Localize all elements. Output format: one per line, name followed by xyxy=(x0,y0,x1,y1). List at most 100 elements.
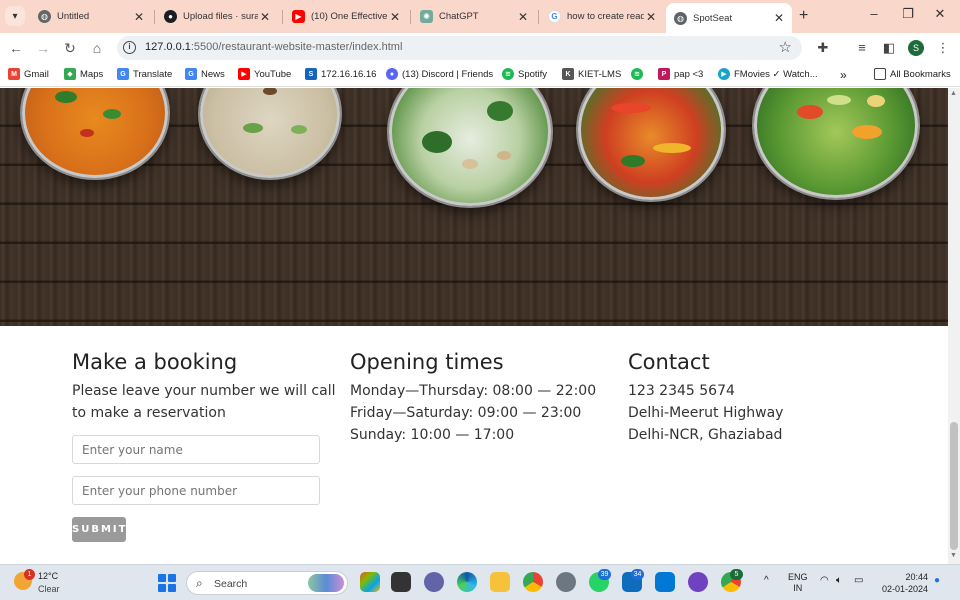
news-icon: G xyxy=(185,68,197,80)
language-code: ENG xyxy=(788,572,808,582)
reading-list-icon[interactable]: ≡ xyxy=(854,40,870,56)
url-text[interactable]: 127.0.0.1:5500/restaurant-website-master… xyxy=(145,41,402,53)
side-panel-icon[interactable]: ◧ xyxy=(881,40,897,56)
new-tab-button[interactable]: + xyxy=(799,7,808,25)
close-icon[interactable]: ✕ xyxy=(516,10,530,24)
soup-bowl xyxy=(200,88,340,178)
contact-list: 123 2345 5674 Delhi-Meerut Highway Delhi… xyxy=(628,380,783,446)
battery-icon[interactable]: ▭ xyxy=(854,575,863,586)
booking-description-line: to make a reservation xyxy=(72,405,226,421)
more-menu-icon[interactable]: ⋮ xyxy=(935,40,951,56)
bookmark-spotify[interactable]: ≋ Spotify xyxy=(502,68,547,80)
scrollbar-thumb[interactable] xyxy=(950,422,958,550)
site-info-icon[interactable]: i xyxy=(123,41,136,54)
booking-description: Please leave your number we will call to… xyxy=(72,380,335,424)
scroll-up-icon[interactable]: ▲ xyxy=(950,90,957,97)
bookmark-label: 172.16.16.16 xyxy=(321,68,377,80)
tab-search-button[interactable]: ▾ xyxy=(5,6,25,26)
close-icon[interactable]: ✕ xyxy=(258,10,272,24)
bookmarks-overflow-button[interactable]: » xyxy=(840,68,847,82)
minimize-icon: – xyxy=(870,6,878,21)
address-bar[interactable]: i 127.0.0.1:5500/restaurant-website-mast… xyxy=(117,36,802,60)
bookmark-label: FMovies ✓ Watch... xyxy=(734,68,818,80)
weather-temperature[interactable]: 12°C xyxy=(38,571,58,581)
minimize-button[interactable]: – xyxy=(864,6,884,21)
salad-bowl xyxy=(754,88,918,198)
contact-phone: 123 2345 5674 xyxy=(628,383,735,399)
booking-description-line: Please leave your number we will call xyxy=(72,383,336,399)
site-icon: S xyxy=(305,68,317,80)
language-indicator[interactable]: ENG IN xyxy=(788,572,808,594)
tab-upload-files[interactable]: ● Upload files · suraj ✕ xyxy=(156,4,278,29)
bookmark-pap[interactable]: Ppap <3 xyxy=(658,68,703,80)
bookmark-star-icon[interactable]: ☆ xyxy=(779,38,792,56)
terminal-app-icon[interactable] xyxy=(391,572,411,592)
edge-app-icon[interactable] xyxy=(457,572,477,592)
google-icon: G xyxy=(548,10,561,23)
clock-date: 02-01-2024 xyxy=(881,584,928,594)
hero-food-image xyxy=(0,88,948,326)
page-scrollbar[interactable]: ▲ ▼ xyxy=(948,88,960,564)
opening-times-line: Monday—Thursday: 08:00 — 22:00 xyxy=(350,383,597,399)
name-input[interactable] xyxy=(72,435,320,464)
github-desktop-icon[interactable] xyxy=(688,572,708,592)
bookmark-news[interactable]: G News xyxy=(185,68,225,80)
close-icon[interactable]: ✕ xyxy=(772,11,786,25)
tab-chatgpt[interactable]: ✺ ChatGPT ✕ xyxy=(412,4,536,29)
phone-input[interactable] xyxy=(72,476,320,505)
start-button[interactable] xyxy=(158,574,176,592)
taskbar-search[interactable]: ⌕ Search xyxy=(186,571,348,595)
bookmark-gmail[interactable]: M Gmail xyxy=(8,68,49,80)
tray-overflow-icon[interactable]: ^ xyxy=(764,575,769,586)
tab-spotseat[interactable]: ◍ SpotSeat ✕ xyxy=(666,3,792,33)
wifi-icon[interactable]: ◠ xyxy=(820,575,829,586)
volume-icon[interactable]: 🔈︎ xyxy=(836,575,842,586)
bookmark-kiet-lms[interactable]: K KIET-LMS xyxy=(562,68,621,80)
settings-gear-icon[interactable] xyxy=(556,572,576,592)
bookmark-label: (13) Discord | Friends xyxy=(402,68,494,80)
close-icon[interactable]: ✕ xyxy=(132,10,146,24)
youtube-icon: ▶ xyxy=(238,68,250,80)
bookmark-spotify-2[interactable]: ≋ xyxy=(631,68,647,80)
bookmark-youtube[interactable]: ▶ YouTube xyxy=(238,68,291,80)
teams-chat-icon[interactable] xyxy=(424,572,444,592)
close-icon[interactable]: ✕ xyxy=(644,10,658,24)
contact-address-line: Delhi-NCR, Ghaziabad xyxy=(628,427,783,443)
forward-button[interactable]: → xyxy=(34,39,52,57)
copilot-app-icon[interactable] xyxy=(360,572,380,592)
bookmark-translate[interactable]: G Translate xyxy=(117,68,172,80)
bookmark-discord[interactable]: ● (13) Discord | Friends xyxy=(386,68,493,80)
system-clock[interactable]: 20:44 02-01-2024 xyxy=(880,571,928,595)
scroll-down-icon[interactable]: ▼ xyxy=(950,552,957,559)
globe-icon: ◍ xyxy=(674,11,687,25)
back-button[interactable]: ← xyxy=(7,39,25,57)
opening-times-line: Sunday: 10:00 — 17:00 xyxy=(350,427,515,443)
maps-icon: ◆ xyxy=(64,68,76,80)
close-icon[interactable]: ✕ xyxy=(388,10,402,24)
window-close-button[interactable]: ✕ xyxy=(930,6,950,22)
extensions-icon[interactable]: ✚ xyxy=(815,40,831,56)
arrow-left-icon: ← xyxy=(9,40,23,56)
notification-bell-icon[interactable]: ● xyxy=(934,575,940,586)
bookmark-fmovies[interactable]: ▶ FMovies ✓ Watch... xyxy=(718,68,818,80)
bookmark-172[interactable]: S 172.16.16.16 xyxy=(305,68,376,80)
contact-title: Contact xyxy=(628,350,710,374)
bookmark-maps[interactable]: ◆ Maps xyxy=(64,68,103,80)
weather-condition[interactable]: Clear xyxy=(38,584,60,594)
reload-button[interactable]: ↻ xyxy=(61,39,79,57)
tab-untitled[interactable]: ◍ Untitled ✕ xyxy=(30,4,152,29)
tab-google-search[interactable]: G how to create read ✕ xyxy=(540,4,664,29)
home-button[interactable]: ⌂ xyxy=(88,39,106,57)
opening-times-title: Opening times xyxy=(350,350,504,374)
plus-icon: + xyxy=(799,7,809,24)
all-bookmarks-button[interactable]: All Bookmarks xyxy=(874,68,951,80)
bookmark-label: Gmail xyxy=(24,68,49,80)
vscode-app-icon[interactable] xyxy=(655,572,675,592)
windows-taskbar: 1 12°C Clear ⌕ Search 39 34 5 ^ ENG IN ◠… xyxy=(0,564,960,600)
restore-button[interactable]: ❐ xyxy=(898,6,918,22)
profile-avatar[interactable]: S xyxy=(908,40,924,56)
chrome-app-icon[interactable] xyxy=(523,572,543,592)
file-explorer-icon[interactable] xyxy=(490,572,510,592)
tab-youtube[interactable]: ▶ (10) One Effective ✕ xyxy=(284,4,408,29)
submit-button[interactable]: SUBMIT xyxy=(72,517,126,542)
